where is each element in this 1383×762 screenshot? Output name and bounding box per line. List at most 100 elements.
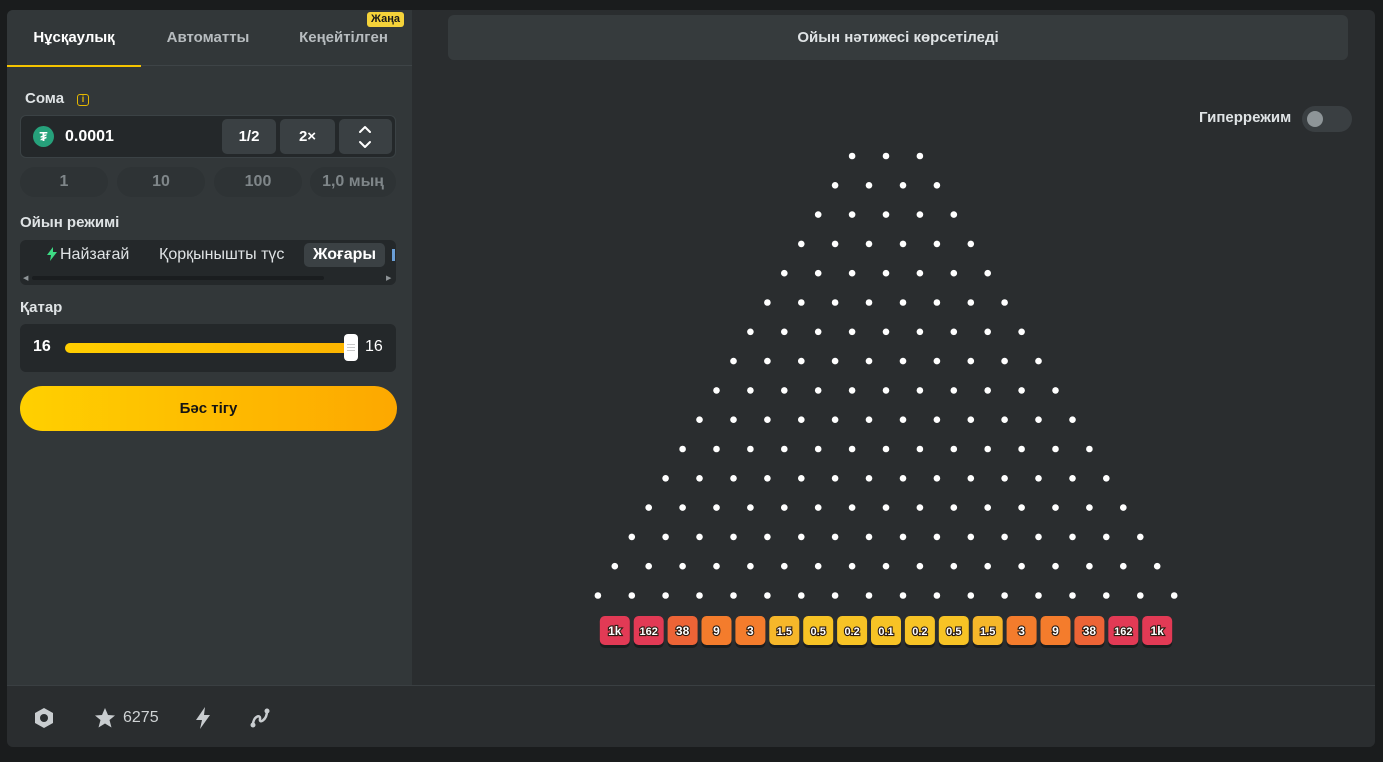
hyper-mode-label: Гиперрежим <box>1199 109 1292 126</box>
peg <box>730 416 737 424</box>
mode-scrollbar[interactable] <box>32 276 324 280</box>
peg <box>933 533 941 541</box>
peg <box>950 328 958 336</box>
quick-amount-1[interactable]: 1 <box>20 167 108 197</box>
peg <box>781 269 788 277</box>
peg <box>950 211 958 218</box>
peg <box>1018 562 1025 570</box>
quick-amount-1000[interactable]: 1,0 мың <box>310 167 396 197</box>
route-icon[interactable] <box>248 706 272 730</box>
peg <box>865 533 873 541</box>
peg <box>781 562 788 570</box>
toggle-knob <box>1307 111 1323 127</box>
scroll-left-icon[interactable]: ◀ <box>23 274 28 282</box>
peg <box>1137 533 1144 541</box>
tab-manual[interactable]: Нұсқаулық <box>7 10 141 67</box>
info-icon[interactable]: i <box>77 94 89 106</box>
tab-bar: Нұсқаулық Автоматты Кеңейтілген Жаңа <box>7 10 412 67</box>
peg <box>899 416 907 424</box>
peg <box>1120 504 1127 511</box>
peg <box>747 328 754 336</box>
peg <box>1035 357 1042 365</box>
peg <box>1018 387 1025 394</box>
peg <box>1001 533 1008 541</box>
settings-hex-icon[interactable] <box>32 706 56 730</box>
peg <box>882 387 890 394</box>
peg <box>747 445 754 453</box>
half-button[interactable]: 1/2 <box>222 119 276 154</box>
multiplier-label: 1k <box>608 624 622 638</box>
double-button[interactable]: 2× <box>280 119 335 154</box>
quick-amount-100[interactable]: 100 <box>214 167 302 197</box>
multiplier-slot: 0.2 <box>904 616 935 648</box>
multiplier-slot: 162 <box>1108 616 1139 648</box>
peg <box>730 475 737 482</box>
peg <box>899 357 907 365</box>
peg <box>882 211 890 218</box>
footer-bar: 6275 <box>7 685 1375 747</box>
tab-auto[interactable]: Автоматты <box>141 10 275 66</box>
game-mode-label: Ойын режимі <box>20 214 120 231</box>
multiplier-slot: 1.5 <box>972 616 1003 648</box>
peg <box>1052 387 1059 394</box>
tether-usdt-icon: ₮ <box>33 126 54 147</box>
peg <box>865 299 873 306</box>
peg <box>696 475 703 482</box>
rows-slider-thumb[interactable] <box>344 334 358 361</box>
peg <box>984 328 991 336</box>
peg <box>798 475 805 482</box>
mode-option-nightmare[interactable]: Қорқынышты түс <box>159 243 284 267</box>
peg <box>899 240 907 248</box>
amount-field: ₮ 1/2 2× <box>20 115 396 158</box>
mode-overflow-edge <box>392 249 395 261</box>
bet-panel: Нұсқаулық Автоматты Кеңейтілген Жаңа Сом… <box>7 10 412 685</box>
peg <box>594 592 602 599</box>
quick-amount-10[interactable]: 10 <box>117 167 205 197</box>
peg <box>1035 533 1042 541</box>
hyper-mode-toggle[interactable] <box>1302 106 1352 132</box>
multiplier-slot: 0.1 <box>871 616 901 648</box>
peg <box>848 445 856 453</box>
mode-option-lightning[interactable]: Найзағай <box>47 243 129 267</box>
peg <box>831 592 839 599</box>
lightning-icon[interactable] <box>191 706 215 730</box>
multiplier-label: 38 <box>1083 624 1097 638</box>
peg <box>848 269 856 277</box>
peg <box>899 475 907 482</box>
multiplier-slot: 3 <box>735 616 766 648</box>
multiplier-slot: 0.5 <box>938 616 969 648</box>
peg <box>916 387 924 394</box>
peg <box>679 445 686 453</box>
mode-option-high[interactable]: Жоғары <box>304 243 386 267</box>
stepper-icon[interactable] <box>339 119 392 154</box>
peg <box>1103 475 1110 482</box>
multiplier-slot: 9 <box>1040 616 1071 648</box>
peg <box>933 240 941 248</box>
peg <box>798 533 805 541</box>
peg <box>696 416 703 424</box>
rows-min-value: 16 <box>33 338 51 355</box>
peg <box>628 592 636 599</box>
star-icon[interactable] <box>93 706 117 730</box>
multiplier-slot: 0.2 <box>837 616 868 648</box>
peg <box>967 240 975 248</box>
peg <box>662 533 669 541</box>
rows-max-value: 16 <box>365 338 383 355</box>
scroll-right-icon[interactable]: ▶ <box>386 274 391 282</box>
peg <box>899 592 907 599</box>
rows-slider-track[interactable] <box>65 343 355 353</box>
peg <box>848 152 856 160</box>
multiplier-label: 9 <box>1052 624 1059 638</box>
place-bet-button[interactable]: Бәс тігу <box>20 386 397 431</box>
multiplier-slot: 0.5 <box>803 616 834 648</box>
multiplier-label: 3 <box>747 624 754 638</box>
peg <box>916 328 924 336</box>
peg <box>848 328 856 336</box>
peg <box>1018 504 1025 511</box>
peg <box>967 592 975 599</box>
amount-input[interactable] <box>65 124 215 150</box>
peg <box>696 533 703 541</box>
peg <box>764 592 771 599</box>
peg <box>933 416 941 424</box>
peg <box>882 152 890 160</box>
